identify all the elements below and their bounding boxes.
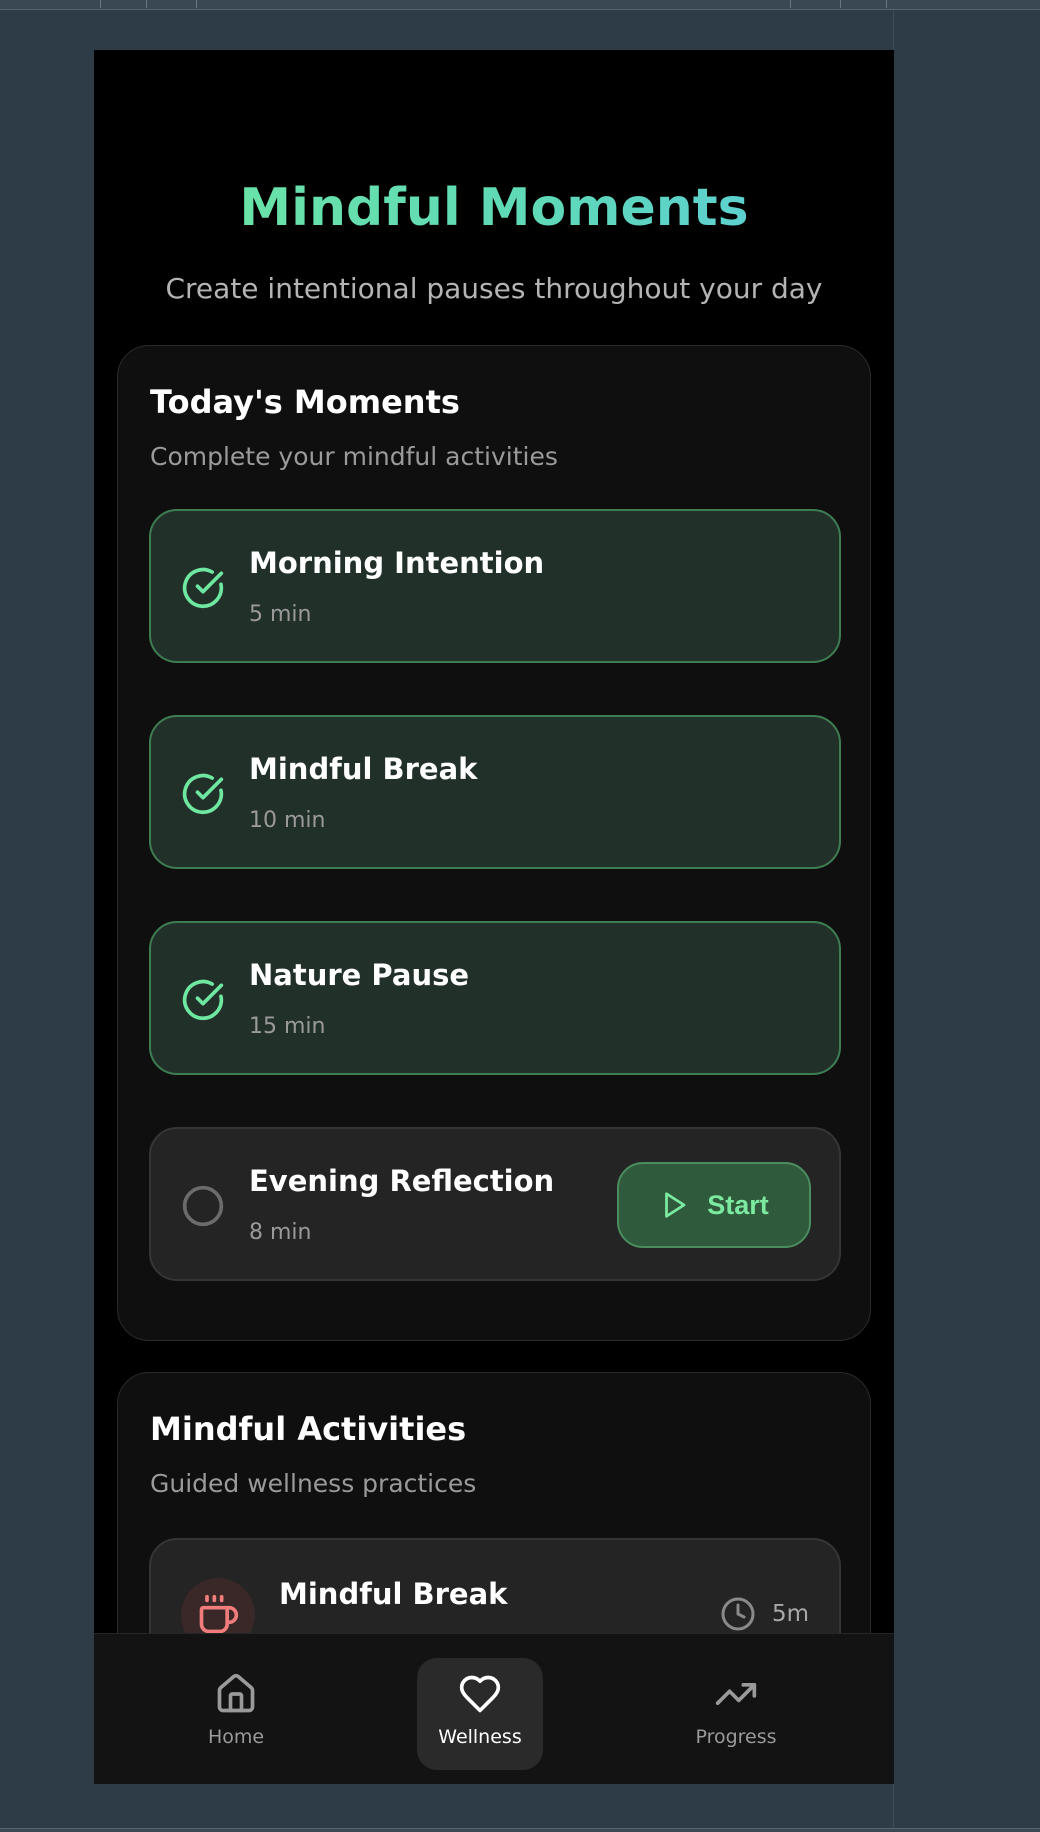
- start-button-label: Start: [707, 1189, 769, 1220]
- empty-circle-icon[interactable]: [181, 1184, 225, 1228]
- app-viewport: Mindful Moments Create intentional pause…: [94, 50, 894, 1784]
- moment-item-mindful-break[interactable]: Mindful Break 10 min: [149, 715, 841, 869]
- activity-duration: 5m: [720, 1596, 809, 1632]
- nav-label: Home: [207, 1726, 265, 1748]
- tab-separator: [100, 0, 101, 8]
- tab-separator: [886, 0, 887, 8]
- moment-name: Mindful Break: [249, 752, 478, 786]
- home-icon: [217, 1673, 255, 1713]
- check-circle-icon: [182, 567, 224, 609]
- check-circle-icon: [182, 773, 224, 815]
- coffee-cup-icon: [199, 1594, 239, 1634]
- activity-name: Mindful Break: [279, 1577, 508, 1611]
- card-title: Mindful Activities: [150, 1410, 467, 1448]
- moment-name: Evening Reflection: [249, 1164, 555, 1198]
- moment-item-evening-reflection[interactable]: Evening Reflection 8 min Start: [149, 1127, 841, 1281]
- moment-name: Nature Pause: [249, 958, 470, 992]
- activity-duration-value: 5m: [771, 1601, 809, 1627]
- moment-name: Morning Intention: [249, 546, 545, 580]
- card-subtitle: Guided wellness practices: [150, 1469, 477, 1498]
- moment-item-morning-intention[interactable]: Morning Intention 5 min: [149, 509, 841, 663]
- play-icon: [665, 1192, 686, 1218]
- nav-label: Progress: [695, 1726, 777, 1748]
- card-subtitle: Complete your mindful activities: [150, 442, 558, 471]
- check-circle-icon: [182, 979, 224, 1021]
- clock-icon: [721, 1597, 755, 1631]
- browser-bottom-bar: [0, 1828, 1040, 1832]
- trending-up-icon: [715, 1683, 757, 1705]
- moment-duration: 10 min: [249, 808, 326, 833]
- browser-top-bar: [0, 0, 1040, 10]
- moment-item-nature-pause[interactable]: Nature Pause 15 min: [149, 921, 841, 1075]
- moment-duration: 5 min: [249, 602, 312, 627]
- todays-moments-card: Today's Moments Complete your mindful ac…: [117, 345, 871, 1341]
- page-title: Mindful Moments: [94, 178, 894, 238]
- start-button[interactable]: Start: [617, 1162, 811, 1248]
- tab-separator: [790, 0, 791, 8]
- tab-separator: [146, 0, 147, 8]
- nav-label: Wellness: [438, 1726, 522, 1748]
- nav-item-wellness[interactable]: Wellness: [417, 1658, 543, 1770]
- nav-item-progress[interactable]: Progress: [684, 1658, 788, 1770]
- bottom-navigation: Home Wellness Progress: [94, 1633, 894, 1784]
- card-title: Today's Moments: [150, 383, 460, 421]
- moment-duration: 8 min: [249, 1220, 312, 1245]
- nav-item-home[interactable]: Home: [184, 1658, 288, 1770]
- tab-separator: [840, 0, 841, 8]
- tab-separator: [196, 0, 197, 8]
- page-subtitle: Create intentional pauses throughout you…: [165, 272, 823, 305]
- moment-duration: 15 min: [249, 1014, 326, 1039]
- heart-icon: [459, 1675, 501, 1713]
